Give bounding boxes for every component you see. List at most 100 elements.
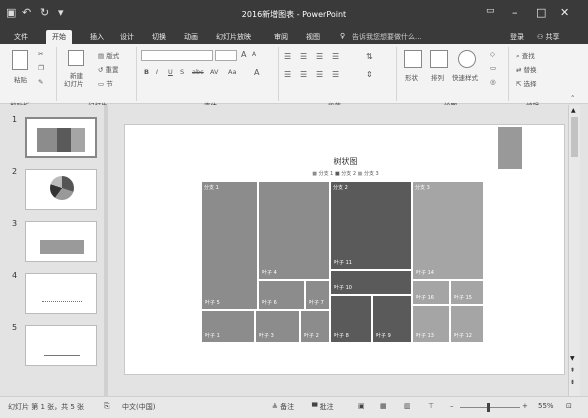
font-size-field[interactable] xyxy=(215,50,237,61)
spellcheck-icon[interactable]: ⎘ xyxy=(104,402,110,411)
find-button[interactable]: ⌕ 查找 xyxy=(516,50,535,61)
bold-button[interactable]: B xyxy=(144,68,149,76)
shape-outline-icon[interactable]: ▭ xyxy=(490,64,496,72)
align-left-icon[interactable]: ☰ xyxy=(284,70,291,79)
align-right-icon[interactable]: ☰ xyxy=(316,70,323,79)
format-painter-icon[interactable]: ✎ xyxy=(38,78,43,86)
slide[interactable]: 树状图 ■ 分支 1 ■ 分支 2 ■ 分支 3 叶子 5 叶子 4 叶子 6 … xyxy=(124,124,565,375)
treemap-tile[interactable]: 叶子 4 xyxy=(258,181,330,280)
fit-to-window-icon[interactable]: ⊡ xyxy=(566,402,572,410)
tab-animations[interactable]: 动画 xyxy=(184,32,198,42)
treemap-tile[interactable]: 叶子 9 xyxy=(372,295,412,343)
shapes-icon[interactable] xyxy=(404,50,422,68)
font-color-button[interactable]: A xyxy=(254,68,259,77)
zoom-out-icon[interactable]: – xyxy=(450,402,454,410)
new-slide-icon[interactable] xyxy=(68,50,84,66)
slide-thumbnail-3[interactable] xyxy=(25,221,97,262)
treemap-tile[interactable]: 叶子 14 xyxy=(412,181,484,280)
quick-styles-label[interactable]: 快速样式 xyxy=(452,72,478,82)
spacing-button[interactable]: AV xyxy=(210,68,218,76)
paste-icon[interactable] xyxy=(12,50,28,70)
justify-icon[interactable]: ☰ xyxy=(332,70,339,79)
scroll-up-icon[interactable]: ▲ xyxy=(571,107,576,114)
layout-button[interactable]: ▤ 版式 xyxy=(98,50,119,60)
zoom-slider-thumb[interactable] xyxy=(487,403,490,412)
treemap-tile[interactable]: 叶子 12 xyxy=(450,305,484,343)
indent-icon[interactable]: ☰ xyxy=(316,52,323,61)
text-direction-icon[interactable]: ⇅ xyxy=(366,52,373,61)
tab-home[interactable]: 开始 xyxy=(46,30,72,44)
arrange-icon[interactable] xyxy=(430,50,448,68)
treemap-tile[interactable]: 叶子 6 xyxy=(258,280,305,310)
treemap-tile[interactable]: 叶子 11 xyxy=(330,181,412,270)
notes-button[interactable]: ≜ 备注 xyxy=(272,402,294,412)
close-icon[interactable]: ✕ xyxy=(560,6,569,19)
shapes-label[interactable]: 形状 xyxy=(405,72,418,82)
scroll-down-icon[interactable]: ▼ xyxy=(570,355,575,362)
treemap-tile[interactable]: 叶子 15 xyxy=(450,280,484,305)
treemap-tile[interactable]: 叶子 1 xyxy=(201,310,255,343)
treemap-tile[interactable]: 叶子 8 xyxy=(330,295,372,343)
zoom-level[interactable]: 55% xyxy=(538,402,554,410)
ribbon-display-icon[interactable]: ▭ xyxy=(486,6,495,16)
italic-button[interactable]: I xyxy=(156,68,158,76)
replace-button[interactable]: ⇄ 替换 xyxy=(516,64,537,74)
shape-effects-icon[interactable]: ◎ xyxy=(490,78,496,86)
share-button[interactable]: ⚇ 共享 xyxy=(537,32,560,42)
scrollbar-thumb[interactable] xyxy=(571,117,578,157)
shape-fill-icon[interactable]: ◇ xyxy=(490,50,495,58)
shadow-button[interactable]: S xyxy=(180,68,184,76)
language-indicator[interactable]: 中文(中国) xyxy=(122,402,155,412)
treemap-tile[interactable]: 叶子 7 xyxy=(305,280,330,310)
section-button[interactable]: ▭ 节 xyxy=(98,78,113,88)
line-spacing-icon[interactable]: ☰ xyxy=(332,52,339,61)
shrink-font-button[interactable]: A xyxy=(252,51,256,58)
font-name-field[interactable] xyxy=(141,50,213,61)
minimize-icon[interactable]: – xyxy=(512,6,518,19)
zoom-in-icon[interactable]: + xyxy=(522,402,528,410)
login-link[interactable]: 登录 xyxy=(510,32,524,42)
arrange-label[interactable]: 排列 xyxy=(431,72,444,82)
align-text-icon[interactable]: ⇕ xyxy=(366,70,373,79)
slide-sorter-icon[interactable]: ▦ xyxy=(380,402,387,410)
slideshow-icon[interactable]: ⊤ xyxy=(428,402,434,410)
treemap-tile[interactable]: 叶子 16 xyxy=(412,280,450,305)
tab-review[interactable]: 审阅 xyxy=(274,32,288,42)
new-slide-label-2[interactable]: 幻灯片 xyxy=(64,78,84,88)
grow-font-button[interactable]: A xyxy=(241,50,246,59)
reset-button[interactable]: ↺ 重置 xyxy=(98,64,119,74)
treemap-tile[interactable]: 叶子 2 xyxy=(300,310,330,343)
tab-slideshow[interactable]: 幻灯片放映 xyxy=(216,32,251,42)
treemap-chart[interactable]: 叶子 5 叶子 4 叶子 6 叶子 7 叶子 1 叶子 3 叶子 2 分支 1 … xyxy=(201,181,484,343)
slide-thumbnail-4[interactable] xyxy=(25,273,97,314)
collapse-ribbon-icon[interactable]: ⌃ xyxy=(570,94,575,102)
vertical-scrollbar[interactable]: ▲ ▼ ⇞ ⇟ xyxy=(568,105,580,396)
cut-icon[interactable]: ✂ xyxy=(38,50,43,58)
quick-styles-icon[interactable] xyxy=(458,50,476,68)
slide-thumbnail-1[interactable] xyxy=(25,117,97,158)
next-slide-icon[interactable]: ⇟ xyxy=(570,379,575,386)
normal-view-icon[interactable]: ▣ xyxy=(358,402,365,410)
slide-thumbnail-5[interactable] xyxy=(25,325,97,366)
treemap-tile[interactable]: 叶子 10 xyxy=(330,270,412,295)
change-case-button[interactable]: Aa xyxy=(228,68,236,76)
maximize-icon[interactable]: □ xyxy=(536,6,546,19)
tab-view[interactable]: 视图 xyxy=(306,32,320,42)
numbering-icon[interactable]: ☰ xyxy=(300,52,307,61)
tell-me-box[interactable]: 告诉我您想要做什么... xyxy=(352,32,422,42)
treemap-tile[interactable]: 叶子 5 xyxy=(201,181,258,310)
align-center-icon[interactable]: ☰ xyxy=(300,70,307,79)
previous-slide-icon[interactable]: ⇞ xyxy=(570,367,575,374)
tab-design[interactable]: 设计 xyxy=(120,32,134,42)
tab-insert[interactable]: 插入 xyxy=(90,32,104,42)
copy-icon[interactable]: ❐ xyxy=(38,64,44,72)
strike-button[interactable]: abc xyxy=(192,68,204,76)
zoom-slider[interactable] xyxy=(460,407,520,408)
tab-transitions[interactable]: 切换 xyxy=(152,32,166,42)
paste-button-label[interactable]: 粘贴 xyxy=(14,74,27,84)
underline-button[interactable]: U xyxy=(168,68,173,76)
treemap-tile[interactable]: 叶子 3 xyxy=(255,310,300,343)
treemap-tile[interactable]: 叶子 13 xyxy=(412,305,450,343)
comments-button[interactable]: ▀ 批注 xyxy=(312,402,334,412)
reading-view-icon[interactable]: ▥ xyxy=(404,402,411,410)
